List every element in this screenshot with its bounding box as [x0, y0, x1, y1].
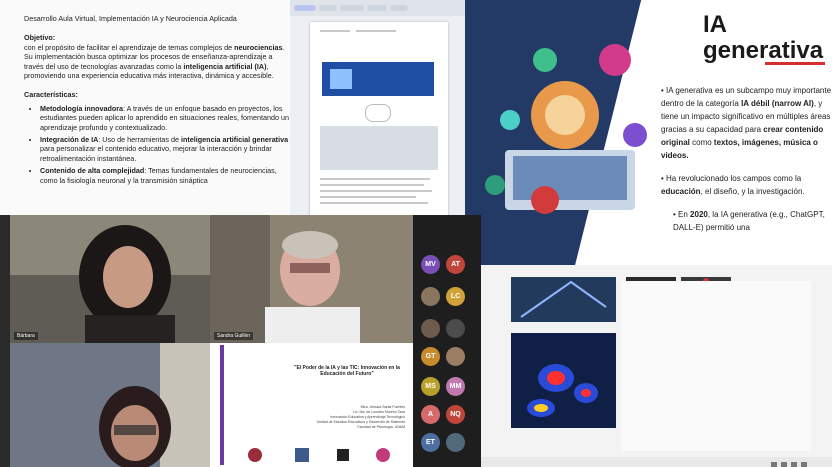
participant-avatar[interactable] — [446, 319, 465, 338]
left-edge-strip — [0, 215, 10, 467]
participant-name-tag: Sandra Guillén — [214, 332, 254, 340]
viewer-tab[interactable] — [367, 5, 387, 11]
slide-body: • IA generativa es un subcampo muy impor… — [661, 84, 832, 244]
brain-scan-tile[interactable] — [511, 333, 616, 428]
video-tile-participant-3[interactable] — [10, 343, 210, 467]
banner-icon — [330, 69, 352, 89]
page-text-line — [356, 30, 396, 32]
brain-scan-image — [511, 333, 616, 428]
document-viewer-panel — [290, 0, 465, 215]
participant-avatar[interactable]: AT — [446, 255, 465, 274]
page-text-line — [320, 178, 430, 180]
page-text-line — [320, 190, 432, 192]
viewer-tab[interactable] — [294, 5, 316, 11]
page-banner-image — [322, 62, 434, 96]
features-heading: Características: — [24, 90, 78, 100]
objective-heading: Objetivo: — [24, 33, 56, 43]
slide-bullet: • Ha revolucionado los campos como la ed… — [661, 174, 805, 196]
participant-avatar[interactable]: MS — [421, 377, 440, 396]
participants-panel: MV AT LC GT MS MM A NQ ET — [413, 215, 481, 467]
network-icon — [500, 110, 520, 130]
viewer-tab[interactable] — [319, 5, 337, 11]
participant-avatar[interactable]: MM — [446, 377, 465, 396]
viewer-tab[interactable] — [390, 5, 408, 11]
participant-avatar[interactable]: GT — [421, 347, 440, 366]
gallery-view-panel — [481, 265, 832, 467]
features-list: Metodología innovadora: A través de un e… — [24, 104, 290, 185]
objective-paragraph: con el propósito de facilitar el aprendi… — [24, 42, 285, 81]
shared-slide-title: "El Poder de la IA y las TIC: Innovación… — [294, 365, 400, 378]
viewer-page — [310, 22, 448, 215]
cloud-icon — [485, 175, 505, 195]
participant-video — [210, 215, 413, 343]
institution-logos — [248, 448, 390, 462]
page-text-line — [320, 30, 350, 32]
page-logo — [365, 104, 391, 122]
document-title: Desarrollo Aula Virtual, Implementación … — [24, 14, 237, 23]
chat-icon — [623, 123, 647, 147]
feature-item: Contenido de alta complejidad: Temas fun… — [40, 166, 290, 185]
settings-icon[interactable] — [771, 462, 777, 467]
slide-accent-bar — [220, 345, 224, 465]
participant-avatar[interactable]: MV — [421, 255, 440, 274]
page-text-line — [320, 196, 416, 198]
title-underline — [765, 62, 825, 65]
psychology-logo-icon — [337, 449, 349, 461]
page-image — [320, 126, 438, 170]
participant-avatar[interactable] — [446, 347, 465, 366]
viewer-toolbar — [290, 0, 465, 16]
video-tile-participant-2[interactable]: Sandra Guillén — [210, 215, 413, 343]
unam-logo-icon — [248, 448, 262, 462]
participant-avatar[interactable]: LC — [446, 287, 465, 306]
participant-avatar[interactable]: NQ — [446, 405, 465, 424]
participant-avatar[interactable]: A — [421, 405, 440, 424]
fullscreen-icon[interactable] — [791, 462, 797, 467]
participant-avatar[interactable] — [421, 319, 440, 338]
participant-video — [10, 215, 210, 343]
ai-illustration — [485, 44, 647, 214]
chip-icon — [531, 186, 559, 214]
page-text-line — [320, 184, 424, 186]
gear-icon — [533, 48, 557, 72]
participant-name-tag: Bárbara — [14, 332, 38, 340]
participant-avatar[interactable] — [446, 433, 465, 452]
presentation-slide: IA generativa • IA generativa es un subc… — [465, 0, 832, 265]
slide-bullet: • IA generativa es un subcampo muy impor… — [661, 86, 832, 160]
video-tile-participant-1[interactable]: Bárbara — [10, 215, 210, 343]
thumbnail-tile[interactable] — [511, 277, 616, 322]
participant-avatar[interactable] — [421, 287, 440, 306]
feature-item: Integración de IA: Uso de herramientas d… — [40, 135, 290, 163]
participant-avatar[interactable]: ET — [421, 433, 440, 452]
shared-slide-authors: Mtra. Jessica Santa Fuentes Lic. Ma. de … — [316, 405, 405, 429]
brain-icon — [599, 44, 631, 76]
meeting-toolbar — [481, 457, 832, 467]
more-icon[interactable] — [801, 462, 807, 467]
faculty-logo-icon — [295, 448, 309, 462]
feature-item: Metodología innovadora: A través de un e… — [40, 104, 290, 132]
slide-bullet: • En 2020, la IA generativa (e.g., ChatG… — [673, 210, 825, 232]
document-panel: Desarrollo Aula Virtual, Implementación … — [0, 0, 290, 215]
program-logo-icon — [376, 448, 390, 462]
shared-presentation-slide: "El Poder de la IA y las TIC: Innovación… — [210, 343, 413, 467]
participant-video — [10, 343, 210, 467]
view-icon[interactable] — [781, 462, 787, 467]
slide-title: IA generativa — [703, 11, 824, 64]
viewer-tab[interactable] — [340, 5, 364, 11]
shared-screen-area — [621, 281, 811, 451]
page-text-line — [320, 202, 428, 204]
